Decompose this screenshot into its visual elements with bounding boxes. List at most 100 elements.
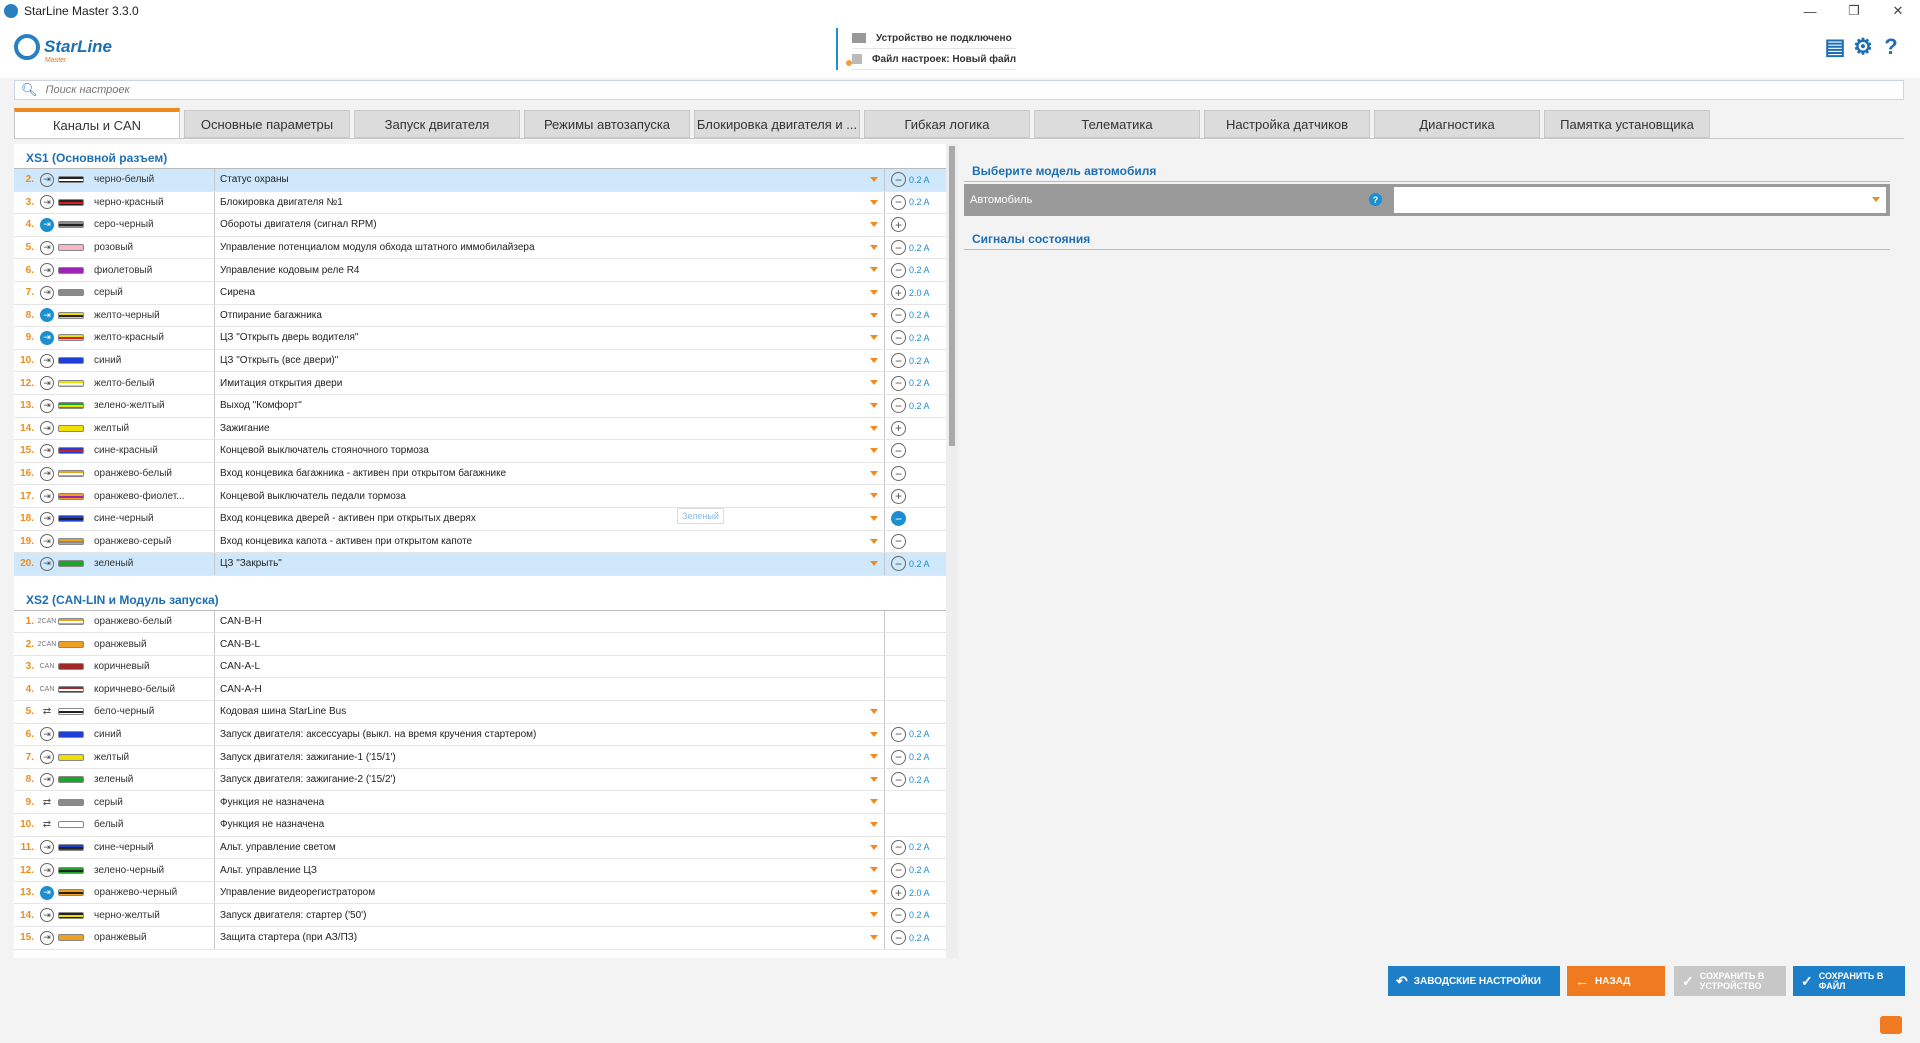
table-row[interactable]: 11. ⇥ сине-черный Альт. управление светом −0… <box>14 836 946 860</box>
table-row[interactable]: 17. ⇥ оранжево-фиолет... Концевой выключате… <box>14 485 946 508</box>
function-select[interactable]: Вход концевика капота - активен при откр… <box>214 530 884 553</box>
table-row[interactable]: 13. ⇥ зелено-желтый Выход "Комфорт" −0.2 A <box>14 394 946 418</box>
maximize-button[interactable]: ❐ <box>1832 0 1876 22</box>
function-select[interactable]: Сирена <box>214 281 884 304</box>
minus-circle-icon[interactable]: − <box>891 307 906 323</box>
table-row[interactable]: 14. ⇥ черно-желтый Запуск двигателя: старте… <box>14 904 946 927</box>
bidirectional-icon[interactable]: ⇄ <box>36 797 58 808</box>
table-row[interactable]: 4. ⇥ серо-черный Обороты двигателя (сигнал … <box>14 214 946 237</box>
table-row[interactable]: 20. ⇥ зеленый ЦЗ "Закрыть" −0.2 A <box>14 553 946 576</box>
minus-circle-icon[interactable]: − <box>891 749 906 765</box>
save-to-file-button[interactable]: ✓ СОХРАНИТЬ В ФАЙЛ <box>1793 966 1905 996</box>
output-direction-icon[interactable]: ⇥ <box>36 172 58 187</box>
function-select[interactable]: Блокировка двигателя №1 <box>214 191 884 214</box>
table-row[interactable]: 5. ⇄ бело-черный Кодовая шина StarLine Bus <box>14 701 946 724</box>
function-select[interactable]: CAN-A-H <box>214 678 884 701</box>
table-row[interactable]: 2. ⇥ черно-белый Статус охраны −0.2 A <box>14 169 946 192</box>
minus-circle-icon[interactable]: − <box>891 862 906 878</box>
output-direction-icon[interactable]: ⇥ <box>36 556 58 571</box>
minus-circle-icon[interactable]: − <box>891 194 906 210</box>
tab-5[interactable]: Гибкая логика <box>864 110 1030 138</box>
output-direction-icon[interactable]: ⇥ <box>36 930 58 945</box>
table-row[interactable]: 19. ⇥ оранжево-серый Вход концевика капота … <box>14 530 946 554</box>
function-select[interactable]: Альт. управление ЦЗ <box>214 859 884 881</box>
plus-circle-icon[interactable]: + <box>891 420 906 436</box>
table-row[interactable]: 5. ⇥ розовый Управление потенциалом модуля … <box>14 236 946 260</box>
table-row[interactable]: 13. ⇥ оранжево-черный Управление видеорегис… <box>14 881 946 905</box>
table-row[interactable]: 9. ⇄ серый Функция не назначена <box>14 791 946 815</box>
table-row[interactable]: 6. ⇥ синий Запуск двигателя: аксессуары (вы… <box>14 723 946 747</box>
function-select[interactable]: Управление кодовым реле R4 <box>214 259 884 281</box>
gear-icon[interactable]: ⚙ <box>1852 34 1874 59</box>
factory-settings-button[interactable]: ↶ ЗАВОДСКИЕ НАСТРОЙКИ <box>1388 966 1560 996</box>
function-select[interactable]: ЦЗ "Открыть (все двери)" <box>214 349 884 372</box>
tab-0[interactable]: Каналы и CAN <box>14 108 180 138</box>
output-direction-icon[interactable]: ⇥ <box>36 376 58 391</box>
function-select[interactable]: Управление видеорегистратором <box>214 881 884 904</box>
input-direction-icon[interactable]: ⇥ <box>36 330 58 345</box>
tab-1[interactable]: Основные параметры <box>184 110 350 138</box>
function-select[interactable]: Запуск двигателя: зажигание-2 ('15/2') <box>214 768 884 791</box>
minus-circle-icon[interactable]: − <box>891 353 906 369</box>
table-row[interactable]: 6. ⇥ фиолетовый Управление кодовым реле R4 −… <box>14 259 946 282</box>
output-direction-icon[interactable]: ⇥ <box>36 285 58 300</box>
close-button[interactable]: ✕ <box>1876 0 1920 22</box>
plus-circle-icon[interactable]: + <box>891 285 906 301</box>
left-scrollbar[interactable] <box>946 144 958 958</box>
function-select[interactable]: CAN-B-H <box>214 610 884 633</box>
function-select[interactable]: Кодовая шина StarLine Bus <box>214 701 884 723</box>
plus-circle-icon[interactable]: + <box>891 885 906 901</box>
output-direction-icon[interactable]: ⇥ <box>36 489 58 504</box>
function-select[interactable]: Функция не назначена <box>214 791 884 814</box>
plus-circle-icon[interactable]: + <box>891 217 906 233</box>
input-direction-icon[interactable]: ⇥ <box>36 885 58 900</box>
minus-circle-icon[interactable]: − <box>891 262 906 278</box>
table-row[interactable]: 1. 2CAN оранжево-белый CAN-B-H <box>14 610 946 634</box>
output-direction-icon[interactable]: ⇥ <box>36 840 58 855</box>
table-row[interactable]: 15. ⇥ оранжевый Защита стартера (при АЗ/ПЗ)… <box>14 927 946 950</box>
minus-circle-icon[interactable]: − <box>891 511 906 527</box>
table-row[interactable]: 9. ⇥ желто-красный ЦЗ "Открыть дверь водите… <box>14 327 946 350</box>
minus-circle-icon[interactable]: − <box>891 240 906 256</box>
can-icon[interactable]: CAN <box>36 686 58 693</box>
function-select[interactable]: Запуск двигателя: стартер ('50') <box>214 904 884 926</box>
function-select[interactable]: Альт. управление светом <box>214 836 884 859</box>
chat-icon[interactable] <box>1880 1016 1902 1034</box>
table-row[interactable]: 10. ⇄ белый Функция не назначена <box>14 814 946 837</box>
tab-3[interactable]: Режимы автозапуска <box>524 110 690 138</box>
tab-8[interactable]: Диагностика <box>1374 110 1540 138</box>
function-select[interactable]: Отпирание багажника <box>214 304 884 327</box>
output-direction-icon[interactable]: ⇥ <box>36 466 58 481</box>
can-icon[interactable]: 2CAN <box>36 618 58 625</box>
table-row[interactable]: 3. ⇥ черно-красный Блокировка двигателя №1 −… <box>14 191 946 215</box>
minus-circle-icon[interactable]: − <box>891 556 906 572</box>
function-select[interactable]: Защита стартера (при АЗ/ПЗ) <box>214 927 884 949</box>
function-select[interactable]: Имитация открытия двери <box>214 372 884 394</box>
minus-circle-icon[interactable]: − <box>891 726 906 742</box>
output-direction-icon[interactable]: ⇥ <box>36 353 58 368</box>
search-input[interactable] <box>45 84 646 96</box>
input-direction-icon[interactable]: ⇥ <box>36 217 58 232</box>
function-select[interactable]: Обороты двигателя (сигнал RPM) <box>214 214 884 236</box>
tab-7[interactable]: Настройка датчиков <box>1204 110 1370 138</box>
function-select[interactable]: ЦЗ "Закрыть" <box>214 553 884 575</box>
output-direction-icon[interactable]: ⇥ <box>36 195 58 210</box>
minus-circle-icon[interactable]: − <box>891 907 906 923</box>
table-row[interactable]: 14. ⇥ желтый Зажигание + <box>14 417 946 441</box>
help-circle-icon[interactable]: ? <box>1369 193 1382 206</box>
table-row[interactable]: 16. ⇥ оранжево-белый Вход концевика багажни… <box>14 462 946 486</box>
function-select[interactable]: Вход концевика дверей - активен при откр… <box>214 507 884 530</box>
table-row[interactable]: 8. ⇥ желто-черный Отпирание багажника −0.2 A <box>14 304 946 328</box>
table-row[interactable]: 18. ⇥ сине-черный Вход концевика дверей - а… <box>14 507 946 531</box>
table-row[interactable]: 7. ⇥ желтый Запуск двигателя: зажигание-1 (… <box>14 746 946 769</box>
help-icon[interactable]: ? <box>1880 34 1902 59</box>
minus-circle-icon[interactable]: − <box>891 398 906 414</box>
output-direction-icon[interactable]: ⇥ <box>36 727 58 742</box>
scrollbar-thumb[interactable] <box>949 146 955 446</box>
print-icon[interactable]: ▤ <box>1824 34 1846 59</box>
input-direction-icon[interactable]: ⇥ <box>36 308 58 323</box>
table-row[interactable]: 4. CAN коричнево-белый CAN-A-H <box>14 678 946 702</box>
minus-circle-icon[interactable]: − <box>891 466 906 482</box>
minus-circle-icon[interactable]: − <box>891 839 906 855</box>
save-to-device-button[interactable]: ✓ СОХРАНИТЬ В УСТРОЙСТВО <box>1674 966 1786 996</box>
